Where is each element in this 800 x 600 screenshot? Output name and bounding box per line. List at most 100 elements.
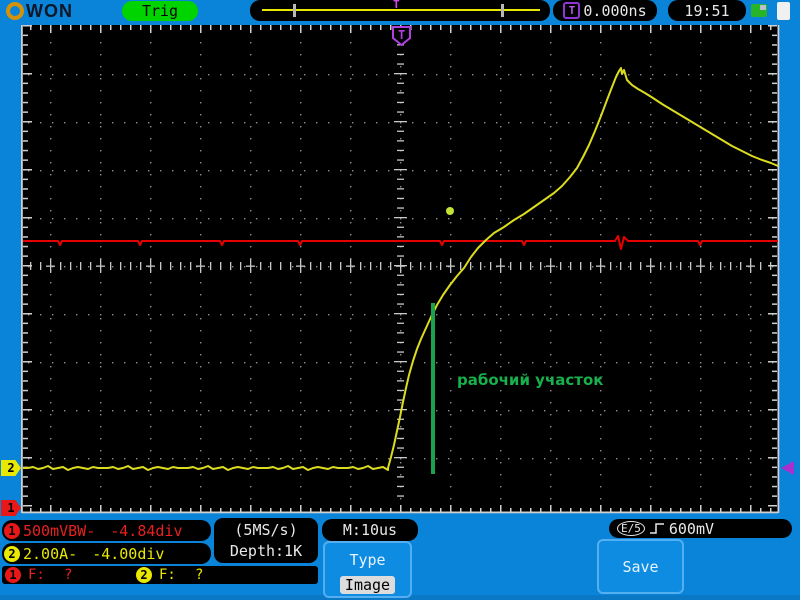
grid-mark <box>772 101 777 104</box>
grid-mark <box>397 370 404 372</box>
save-button[interactable]: Save <box>597 539 684 594</box>
grid-mark <box>664 122 666 124</box>
grid-mark <box>496 170 498 172</box>
grid-mark <box>580 170 582 172</box>
grid-mark <box>472 362 474 364</box>
type-menu-button[interactable]: Type Image <box>323 541 412 598</box>
grid-mark <box>397 63 404 65</box>
grid-mark <box>700 246 702 248</box>
grid-mark <box>750 378 752 380</box>
grid-mark <box>484 170 486 172</box>
grid-mark <box>23 313 32 315</box>
grid-mark <box>364 314 366 316</box>
grid-mark <box>376 74 378 76</box>
grid-mark <box>352 314 354 316</box>
ch1-freq-badge: 1 <box>5 567 21 583</box>
grid-mark <box>544 410 546 412</box>
grid-mark <box>280 314 282 316</box>
grid-mark <box>268 314 270 316</box>
grid-mark <box>256 410 258 412</box>
grid-mark <box>200 474 202 476</box>
grid-mark <box>650 366 652 368</box>
grid-mark <box>360 262 362 270</box>
grid-mark <box>760 262 762 270</box>
grid-mark <box>600 306 602 308</box>
grid-mark <box>772 485 777 488</box>
grid-mark <box>450 25 452 33</box>
grid-mark <box>484 74 486 76</box>
grid-mark <box>100 474 102 476</box>
grid-mark <box>550 186 552 188</box>
grid-mark <box>412 410 414 412</box>
grid-mark <box>424 74 426 76</box>
ch2-freq-value: ? <box>195 567 204 583</box>
grid-mark <box>550 354 552 356</box>
grid-mark <box>448 170 450 172</box>
grid-mark <box>550 474 552 476</box>
grid-mark <box>316 314 318 316</box>
grid-mark <box>772 399 777 401</box>
grid-mark <box>397 495 404 497</box>
grid-mark <box>196 122 198 124</box>
ch1-scale: 500mVBW- <box>23 521 96 540</box>
grid-mark <box>364 266 366 268</box>
grid-mark <box>664 266 666 268</box>
grid-mark <box>550 66 552 68</box>
grid-mark <box>23 322 28 325</box>
grid-mark <box>250 498 252 500</box>
grid-mark <box>750 126 752 128</box>
grid-mark <box>652 314 654 316</box>
grid-mark <box>292 458 294 460</box>
grid-mark <box>700 90 702 92</box>
grid-mark <box>556 170 558 172</box>
grid-mark <box>100 314 102 316</box>
grid-mark <box>300 198 302 200</box>
grid-mark <box>280 74 282 76</box>
grid-mark <box>650 342 652 344</box>
grid-mark <box>160 362 162 364</box>
grid-mark <box>172 458 174 460</box>
grid-mark <box>268 266 270 268</box>
grid-mark <box>750 462 752 464</box>
grid-mark <box>300 150 302 152</box>
grid-mark <box>50 54 52 56</box>
grid-mark <box>150 90 152 92</box>
type-selected-value[interactable]: Image <box>339 576 396 594</box>
grid-mark <box>550 366 552 368</box>
grid-mark <box>768 457 777 459</box>
grid-mark <box>484 314 486 316</box>
grid-mark <box>590 25 592 30</box>
grid-mark <box>148 122 150 124</box>
grid-mark <box>460 362 462 364</box>
grid-mark <box>50 426 52 428</box>
grid-mark <box>304 218 306 220</box>
grid-mark <box>700 162 702 164</box>
grid-mark <box>740 25 742 30</box>
grid-mark <box>250 426 252 428</box>
grid-mark <box>628 362 630 364</box>
grid-mark <box>750 294 752 296</box>
grid-mark <box>772 111 777 113</box>
grid-mark <box>712 266 714 268</box>
grid-mark <box>710 262 712 270</box>
grid-mark <box>750 474 752 476</box>
grid-mark <box>376 266 378 268</box>
grid-mark <box>772 428 777 430</box>
grid-mark <box>750 246 752 248</box>
record-memory-line <box>262 9 540 11</box>
grid-mark <box>148 218 150 220</box>
grid-mark <box>772 178 777 181</box>
grid-mark <box>628 170 630 172</box>
grid-mark <box>500 282 502 284</box>
grid-mark <box>300 474 302 476</box>
grid-mark <box>610 25 612 30</box>
grid-mark <box>292 74 294 76</box>
grid-mark <box>250 390 252 392</box>
grid-mark <box>400 426 402 428</box>
grid-mark <box>550 90 552 92</box>
grid-mark <box>450 174 452 176</box>
grid-mark <box>400 90 402 92</box>
grid-mark <box>600 402 602 404</box>
grid-mark <box>712 218 714 220</box>
grid-mark <box>664 218 666 220</box>
